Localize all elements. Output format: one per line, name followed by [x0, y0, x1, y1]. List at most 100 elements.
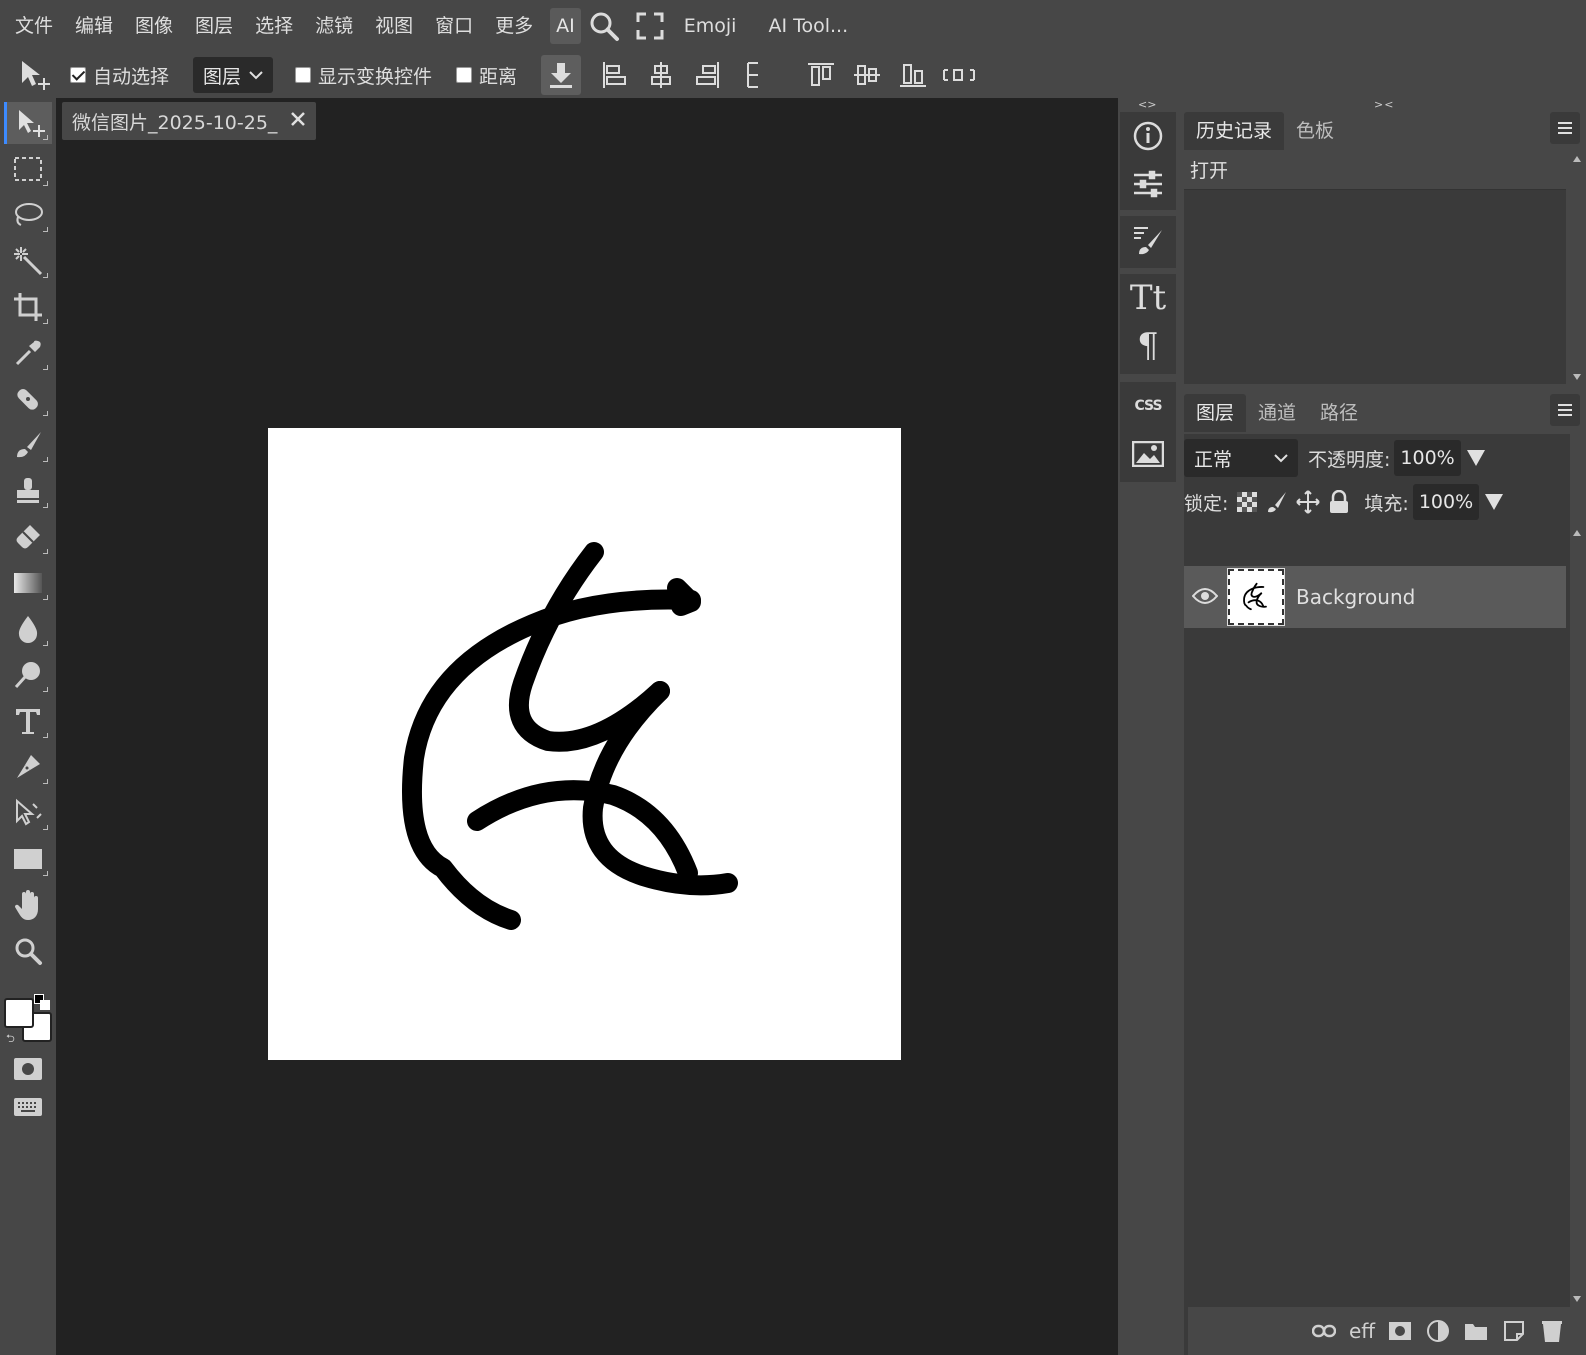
healing-brush-tool-icon[interactable]	[4, 378, 52, 420]
menu-window[interactable]: 窗口	[424, 8, 484, 44]
paragraph-icon[interactable]: ¶	[1120, 322, 1176, 370]
move-tool-preset-icon[interactable]	[14, 55, 54, 95]
fill-label: 填充:	[1364, 492, 1409, 515]
collapse-arrows-icon[interactable]: ><	[1374, 98, 1394, 111]
history-item[interactable]: 打开	[1184, 152, 1566, 190]
blend-mode-dropdown[interactable]: 正常	[1184, 439, 1298, 477]
magic-wand-tool-icon[interactable]	[4, 240, 52, 282]
stamp-tool-icon[interactable]	[4, 470, 52, 512]
menu-view[interactable]: 视图	[364, 8, 424, 44]
quick-mask-icon[interactable]	[4, 1048, 52, 1090]
history-scrollbar[interactable]	[1570, 152, 1584, 384]
foreground-color-swatch[interactable]	[4, 998, 34, 1028]
eyedropper-tool-icon[interactable]	[4, 332, 52, 374]
distance-label: 距离	[479, 65, 518, 88]
gradient-tool-icon[interactable]	[4, 562, 52, 604]
align-left-icon[interactable]	[595, 55, 635, 95]
menu-more[interactable]: 更多	[484, 8, 544, 44]
brush-settings-icon[interactable]	[1120, 216, 1176, 264]
lock-pixels-icon[interactable]	[1266, 490, 1288, 514]
effects-icon[interactable]: eff	[1348, 1317, 1376, 1345]
distance-check-box[interactable]	[456, 67, 473, 83]
rectangle-tool-icon[interactable]	[4, 838, 52, 880]
layer-row[interactable]: Background	[1184, 566, 1566, 628]
search-icon[interactable]	[581, 6, 627, 46]
distribute-vertical-icon[interactable]	[733, 55, 773, 95]
auto-select-target-dropdown[interactable]: 图层	[193, 57, 274, 93]
expand-arrows-icon[interactable]: <>	[1138, 98, 1156, 111]
opacity-slider-toggle-icon[interactable]	[1466, 450, 1485, 466]
link-icon[interactable]	[1310, 1317, 1338, 1345]
menu-emoji[interactable]: Emoji	[673, 8, 748, 44]
align-right-icon[interactable]	[687, 55, 727, 95]
info-icon[interactable]	[1120, 112, 1176, 160]
tab-paths[interactable]: 路径	[1308, 394, 1370, 432]
auto-select-check-box[interactable]	[70, 67, 86, 83]
tab-history[interactable]: 历史记录	[1184, 112, 1285, 150]
lasso-tool-icon[interactable]	[4, 194, 52, 236]
distribute-horizontal-icon[interactable]	[939, 55, 979, 95]
menu-image[interactable]: 图像	[124, 8, 184, 44]
menu-layer[interactable]: 图层	[184, 8, 244, 44]
layer-thumbnail[interactable]	[1227, 568, 1285, 626]
auto-select-checkbox[interactable]: 自动选择	[70, 62, 169, 89]
image-icon[interactable]	[1120, 430, 1176, 478]
mask-icon[interactable]	[1386, 1317, 1414, 1345]
show-transform-checkbox[interactable]: 显示变换控件	[295, 62, 432, 89]
document-tab[interactable]: 微信图片_2025-10-25_	[62, 102, 316, 140]
distance-checkbox[interactable]: 距离	[456, 62, 517, 89]
align-top-icon[interactable]	[801, 55, 841, 95]
menu-edit[interactable]: 编辑	[64, 8, 124, 44]
character-icon[interactable]: Tt	[1120, 274, 1176, 322]
fullscreen-icon[interactable]	[627, 6, 673, 46]
menu-select[interactable]: 选择	[244, 8, 304, 44]
blur-tool-icon[interactable]	[4, 608, 52, 650]
lock-all-icon[interactable]	[1328, 490, 1350, 514]
show-transform-label: 显示变换控件	[318, 65, 433, 88]
trash-icon[interactable]	[1538, 1317, 1566, 1345]
eraser-tool-icon[interactable]	[4, 516, 52, 558]
zoom-tool-icon[interactable]	[4, 930, 52, 972]
move-tool-icon[interactable]	[4, 102, 52, 144]
tab-layers[interactable]: 图层	[1184, 394, 1247, 432]
new-layer-icon[interactable]	[1500, 1317, 1528, 1345]
align-hcenter-icon[interactable]	[641, 55, 681, 95]
folder-icon[interactable]	[1462, 1317, 1490, 1345]
css-icon[interactable]: CSS	[1120, 382, 1176, 430]
keyboard-icon[interactable]	[4, 1086, 52, 1128]
show-transform-check-box[interactable]	[295, 67, 312, 83]
dodge-tool-icon[interactable]	[4, 654, 52, 696]
hand-tool-icon[interactable]	[4, 884, 52, 926]
tab-swatches[interactable]: 色板	[1284, 112, 1346, 150]
align-bottom-icon[interactable]	[893, 55, 933, 95]
swap-colors-icon[interactable]: ⮌	[6, 1030, 15, 1049]
lock-position-icon[interactable]	[1296, 490, 1321, 514]
align-vcenter-icon[interactable]	[847, 55, 887, 95]
path-selection-tool-icon[interactable]	[4, 792, 52, 834]
fill-slider-toggle-icon[interactable]	[1485, 494, 1504, 510]
marquee-tool-icon[interactable]	[4, 148, 52, 190]
fill-input[interactable]: 100%	[1412, 484, 1480, 520]
menu-filter[interactable]: 滤镜	[304, 8, 364, 44]
menu-file[interactable]: 文件	[4, 8, 64, 44]
layer-name[interactable]: Background	[1296, 585, 1415, 609]
layers-panel-menu-icon[interactable]	[1550, 394, 1580, 426]
visibility-eye-icon[interactable]	[1191, 586, 1219, 611]
menu-ai[interactable]: AI	[550, 8, 581, 44]
crop-tool-icon[interactable]	[4, 286, 52, 328]
close-icon[interactable]	[290, 110, 306, 132]
type-tool-icon[interactable]	[4, 700, 52, 742]
lock-transparency-icon[interactable]	[1236, 491, 1258, 513]
document-area: 微信图片_2025-10-25_	[56, 98, 1118, 1355]
image-canvas[interactable]	[268, 428, 901, 1060]
menu-ai-tools[interactable]: AI Tool...	[757, 8, 859, 44]
adjustment-icon[interactable]	[1424, 1317, 1452, 1345]
brush-tool-icon[interactable]	[4, 424, 52, 466]
layers-scrollbar[interactable]	[1570, 526, 1584, 1306]
download-icon[interactable]	[541, 55, 582, 95]
opacity-input[interactable]: 100%	[1394, 440, 1461, 476]
pen-tool-icon[interactable]	[4, 746, 52, 788]
tab-channels[interactable]: 通道	[1246, 394, 1308, 432]
history-panel-menu-icon[interactable]	[1550, 112, 1580, 144]
adjustments-icon[interactable]	[1120, 160, 1176, 208]
